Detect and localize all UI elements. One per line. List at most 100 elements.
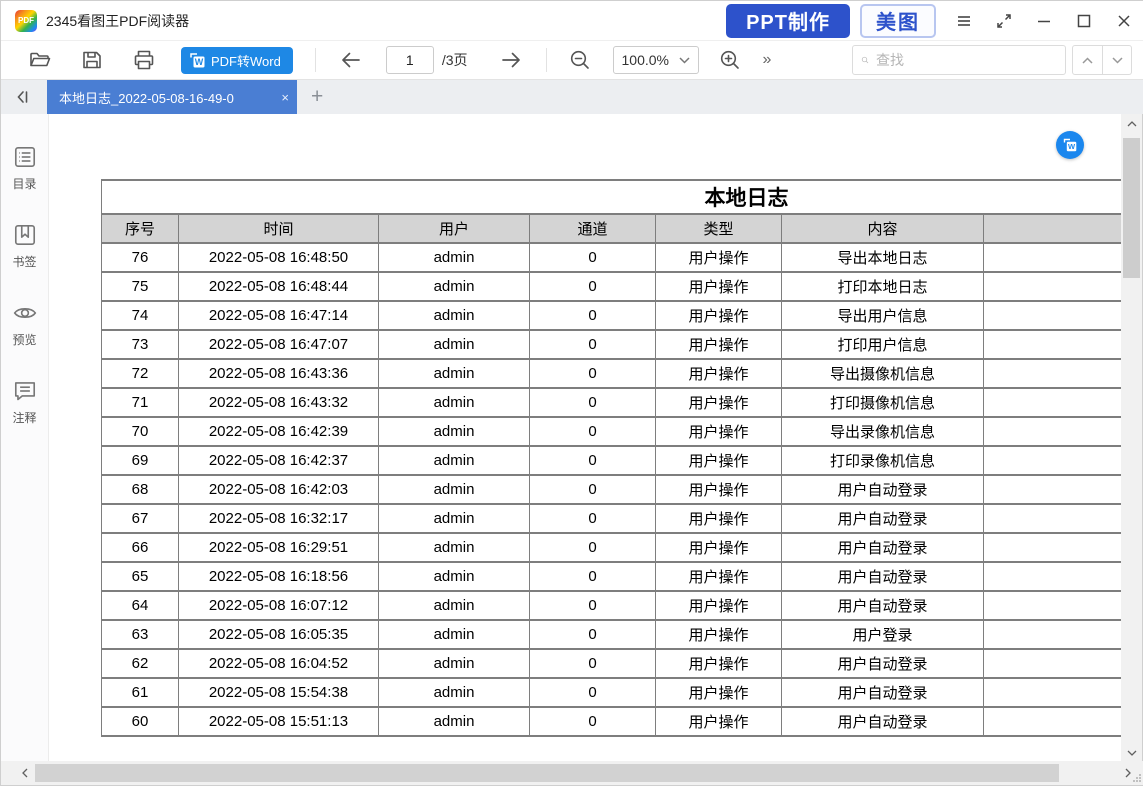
scroll-left-button[interactable] bbox=[15, 761, 35, 785]
table-cell: 用户自动登录 bbox=[782, 533, 984, 562]
print-button[interactable] bbox=[131, 47, 157, 73]
table-cell: admin bbox=[379, 272, 530, 301]
sidebar-item-bookmarks[interactable]: 书签 bbox=[12, 222, 38, 270]
table-row: 762022-05-08 16:48:50admin0用户操作导出本地日志 bbox=[102, 243, 1124, 272]
next-page-button[interactable] bbox=[498, 47, 524, 73]
fullscreen-icon bbox=[995, 12, 1013, 30]
tab-bar: 本地日志_2022-05-08-16-49-0 × + bbox=[1, 80, 1143, 114]
tab-close-icon[interactable]: × bbox=[281, 91, 289, 104]
table-cell: 导出本地日志 bbox=[782, 243, 984, 272]
prev-page-button[interactable] bbox=[338, 47, 364, 73]
table-cell: 0 bbox=[530, 562, 656, 591]
scroll-down-button[interactable] bbox=[1121, 743, 1142, 763]
table-row: 612022-05-08 15:54:38admin0用户操作用户自动登录 bbox=[102, 678, 1124, 707]
ppt-maker-button[interactable]: PPT制作 bbox=[726, 4, 850, 38]
table-cell: 用户操作 bbox=[656, 330, 782, 359]
close-icon bbox=[1115, 12, 1133, 30]
table-cell: 2022-05-08 16:29:51 bbox=[179, 533, 379, 562]
save-icon bbox=[80, 48, 104, 72]
table-cell: 打印本地日志 bbox=[782, 272, 984, 301]
fullscreen-button[interactable] bbox=[984, 1, 1024, 41]
table-cell-empty bbox=[984, 359, 1124, 388]
vertical-scrollbar[interactable] bbox=[1121, 114, 1142, 763]
document-viewport: 本地日志序号时间用户通道类型内容762022-05-08 16:48:50adm… bbox=[49, 114, 1123, 763]
table-cell: 用户自动登录 bbox=[782, 707, 984, 736]
pdf-to-word-float-button[interactable]: W bbox=[1056, 131, 1084, 159]
tab-local-log[interactable]: 本地日志_2022-05-08-16-49-0 × bbox=[47, 80, 297, 114]
table-row: 672022-05-08 16:32:17admin0用户操作用户自动登录 bbox=[102, 504, 1124, 533]
column-header: 通道 bbox=[530, 214, 656, 243]
table-cell: 0 bbox=[530, 417, 656, 446]
table-row: 642022-05-08 16:07:12admin0用户操作用户自动登录 bbox=[102, 591, 1124, 620]
table-cell: 0 bbox=[530, 446, 656, 475]
sidebar-item-toc[interactable]: 目录 bbox=[12, 144, 38, 192]
horizontal-scrollbar[interactable] bbox=[1, 761, 1143, 785]
table-cell-empty bbox=[984, 475, 1124, 504]
column-header: 时间 bbox=[179, 214, 379, 243]
table-cell: 用户操作 bbox=[656, 243, 782, 272]
sidebar-label-preview: 预览 bbox=[12, 331, 36, 348]
table-cell: 2022-05-08 16:42:39 bbox=[179, 417, 379, 446]
new-tab-button[interactable]: + bbox=[311, 85, 323, 109]
table-cell: 用户操作 bbox=[656, 359, 782, 388]
pdf-to-word-button[interactable]: W PDF转Word bbox=[181, 47, 293, 74]
close-button[interactable] bbox=[1104, 1, 1143, 41]
collapse-tabs-button[interactable] bbox=[7, 80, 37, 114]
column-header: 内容 bbox=[782, 214, 984, 243]
table-cell: 0 bbox=[530, 359, 656, 388]
table-cell-empty bbox=[984, 533, 1124, 562]
table-cell: 用户操作 bbox=[656, 301, 782, 330]
table-cell: admin bbox=[379, 243, 530, 272]
table-cell: 73 bbox=[102, 330, 179, 359]
maximize-button[interactable] bbox=[1064, 1, 1104, 41]
horizontal-scroll-thumb[interactable] bbox=[35, 764, 1059, 782]
table-cell: 导出用户信息 bbox=[782, 301, 984, 330]
table-row: 662022-05-08 16:29:51admin0用户操作用户自动登录 bbox=[102, 533, 1124, 562]
zoom-in-button[interactable] bbox=[717, 47, 743, 73]
table-cell: admin bbox=[379, 533, 530, 562]
page-number-input[interactable] bbox=[386, 46, 434, 74]
left-sidebar: 目录 书签 预览 注释 bbox=[1, 114, 49, 763]
vertical-scroll-thumb[interactable] bbox=[1123, 138, 1140, 278]
table-cell-empty bbox=[984, 243, 1124, 272]
table-cell: 用户登录 bbox=[782, 620, 984, 649]
table-cell: 60 bbox=[102, 707, 179, 736]
table-cell: 打印录像机信息 bbox=[782, 446, 984, 475]
app-logo-icon: PDF bbox=[15, 10, 37, 32]
annotation-icon bbox=[12, 378, 38, 404]
table-cell: 2022-05-08 16:47:14 bbox=[179, 301, 379, 330]
save-button[interactable] bbox=[79, 47, 105, 73]
menu-button[interactable] bbox=[944, 1, 984, 41]
find-next-button[interactable] bbox=[1102, 46, 1131, 74]
scroll-up-button[interactable] bbox=[1121, 114, 1142, 134]
table-cell-empty bbox=[984, 301, 1124, 330]
table-cell: 72 bbox=[102, 359, 179, 388]
find-previous-button[interactable] bbox=[1073, 46, 1102, 74]
pdf-to-word-label: PDF转Word bbox=[211, 51, 281, 70]
table-cell: 64 bbox=[102, 591, 179, 620]
table-row: 682022-05-08 16:42:03admin0用户操作用户自动登录 bbox=[102, 475, 1124, 504]
table-cell: admin bbox=[379, 504, 530, 533]
minimize-button[interactable] bbox=[1024, 1, 1064, 41]
toolbar-more-button[interactable]: » bbox=[763, 51, 771, 69]
table-cell-empty bbox=[984, 330, 1124, 359]
zoom-out-button[interactable] bbox=[567, 47, 593, 73]
zoom-level-value: 100.0% bbox=[622, 52, 669, 68]
table-cell: 导出摄像机信息 bbox=[782, 359, 984, 388]
table-row: 722022-05-08 16:43:36admin0用户操作导出摄像机信息 bbox=[102, 359, 1124, 388]
table-cell: 2022-05-08 16:07:12 bbox=[179, 591, 379, 620]
table-cell: 0 bbox=[530, 707, 656, 736]
sidebar-item-preview[interactable]: 预览 bbox=[12, 300, 38, 348]
open-file-button[interactable] bbox=[27, 47, 53, 73]
zoom-level-select[interactable]: 100.0% bbox=[613, 46, 699, 74]
meitu-button[interactable]: 美图 bbox=[860, 4, 936, 38]
search-field[interactable] bbox=[852, 45, 1066, 75]
table-cell: admin bbox=[379, 591, 530, 620]
sidebar-item-annotations[interactable]: 注释 bbox=[12, 378, 38, 426]
table-cell-empty bbox=[984, 446, 1124, 475]
table-row: 692022-05-08 16:42:37admin0用户操作打印录像机信息 bbox=[102, 446, 1124, 475]
table-cell: admin bbox=[379, 562, 530, 591]
preview-icon bbox=[12, 300, 38, 326]
table-cell-empty bbox=[984, 272, 1124, 301]
search-input[interactable] bbox=[876, 52, 1057, 68]
